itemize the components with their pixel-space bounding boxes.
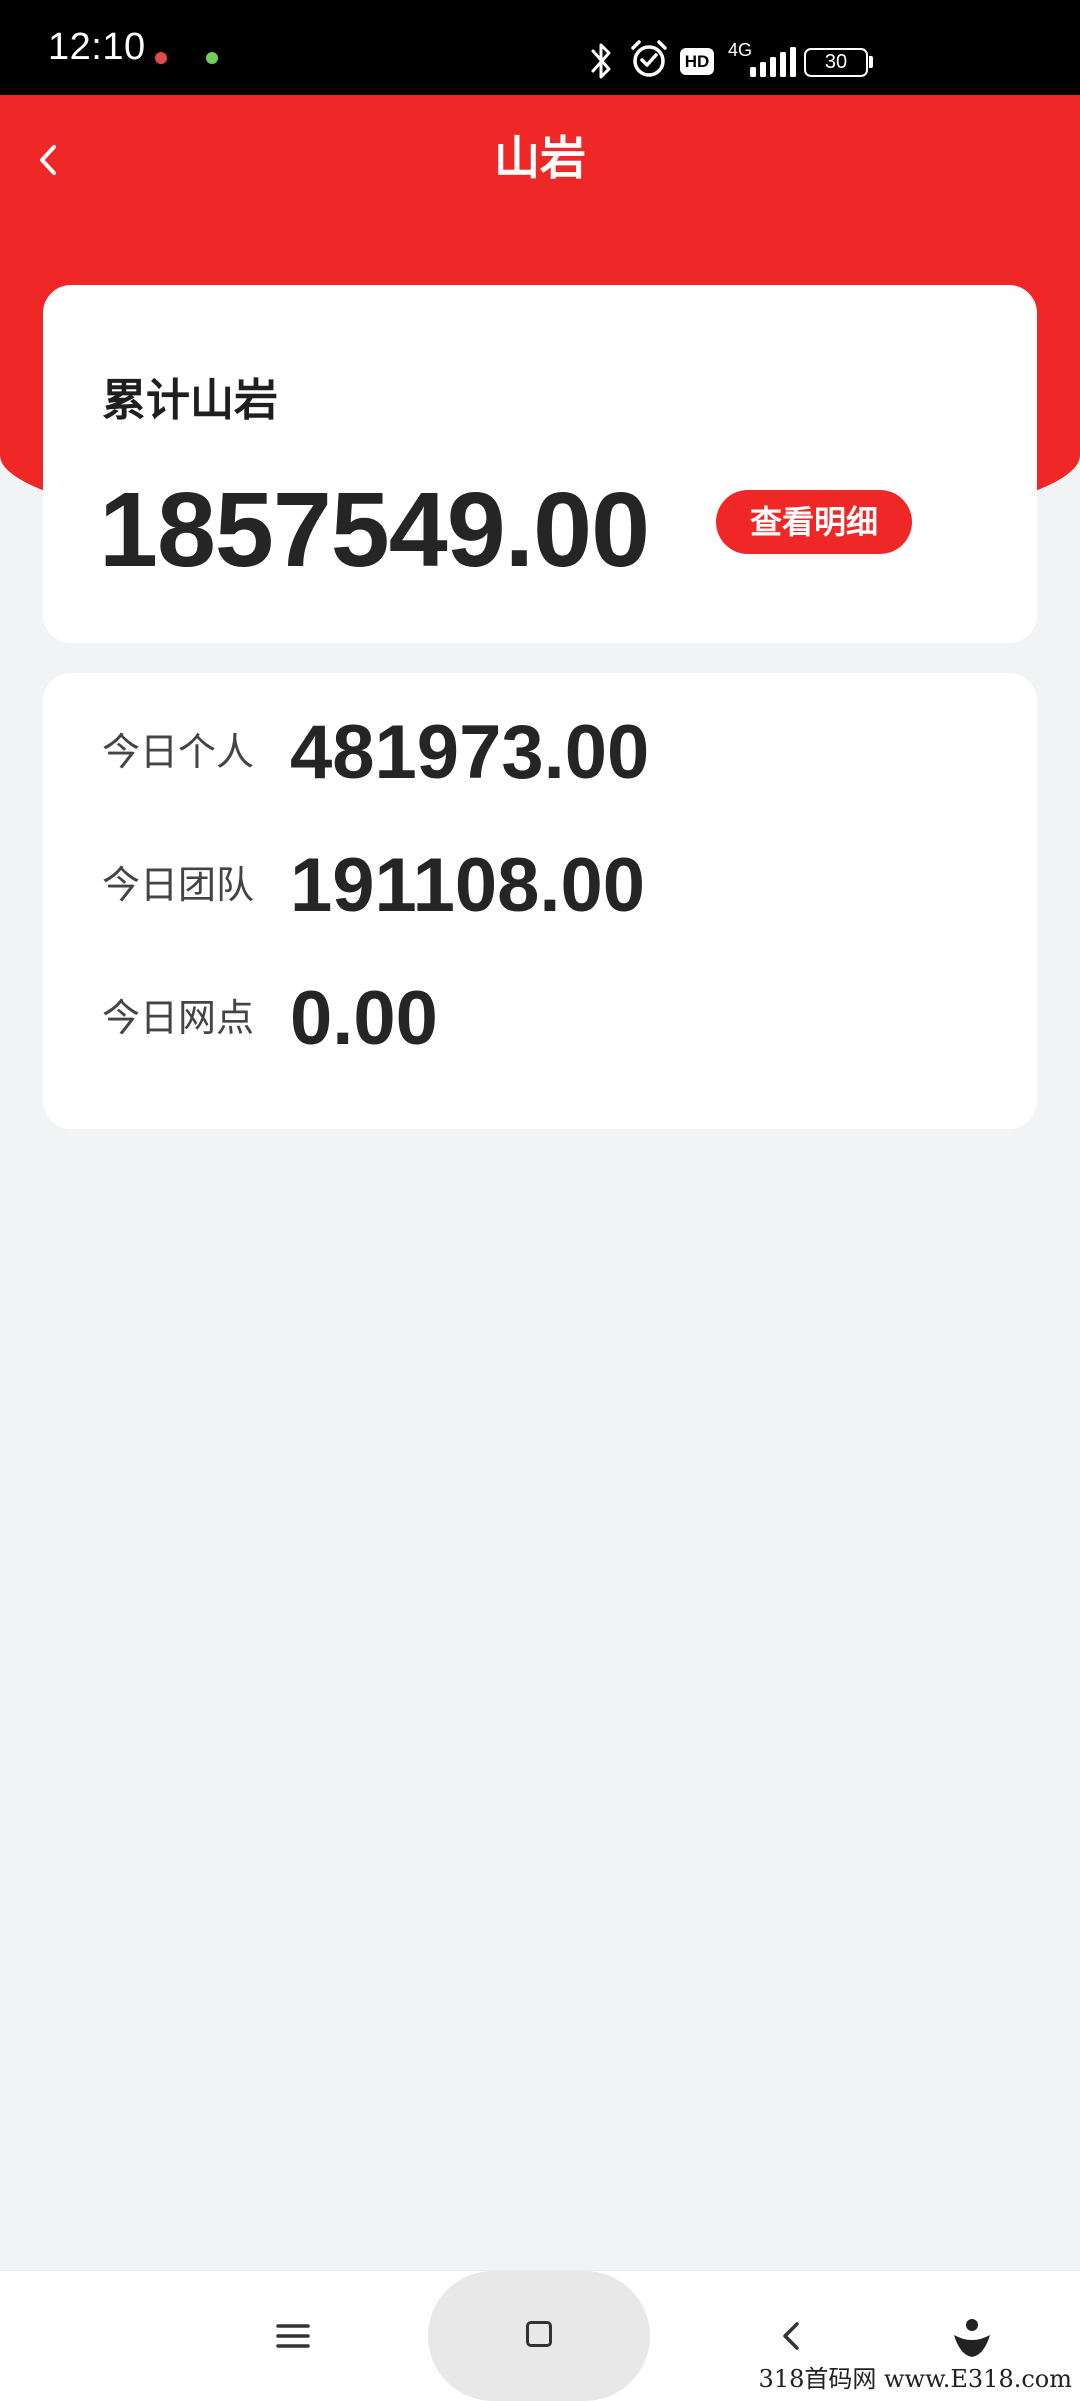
wechat-notification-icon (206, 52, 218, 64)
notification-app-icon (155, 52, 167, 64)
menu-icon (276, 2324, 310, 2348)
watermark: 318首码网 www.E318.com (758, 2365, 1072, 2393)
today-personal-value: 481973.00 (290, 710, 650, 795)
today-team-label: 今日团队 (102, 865, 255, 907)
today-personal-row: 今日个人 481973.00 (43, 698, 1037, 808)
total-card: 累计山岩 1857549.00 查看明细 (43, 285, 1037, 643)
view-details-button[interactable]: 查看明细 (716, 490, 912, 554)
today-personal-label: 今日个人 (102, 732, 255, 774)
today-team-row: 今日团队 191108.00 (43, 831, 1037, 941)
status-icons: HD 4G 30 (560, 0, 1080, 95)
today-team-value: 191108.00 (290, 843, 646, 928)
today-outlet-label: 今日网点 (102, 998, 255, 1040)
status-time: 12:10 (48, 26, 146, 68)
nav-home-button[interactable] (428, 2271, 650, 2401)
home-square-icon (526, 2321, 552, 2347)
total-label: 累计山岩 (102, 376, 278, 425)
today-stats-card: 今日个人 481973.00 今日团队 191108.00 今日网点 0.00 (43, 673, 1037, 1129)
nav-menu-button[interactable] (272, 2313, 314, 2359)
page-title: 山岩 (494, 132, 586, 184)
battery-icon: 30 (804, 48, 868, 77)
assistant-icon (954, 2319, 990, 2357)
status-bar: 12:10 HD 4G 30 (0, 0, 1080, 95)
alarm-icon (631, 40, 667, 77)
nav-assistant-button[interactable] (950, 2311, 994, 2361)
chevron-left-icon (783, 2322, 799, 2350)
today-outlet-value: 0.00 (290, 976, 438, 1061)
bluetooth-icon (591, 43, 611, 79)
signal-icon (750, 47, 796, 77)
battery-tip (869, 56, 873, 68)
hd-badge: HD (680, 48, 714, 75)
today-outlet-row: 今日网点 0.00 (43, 964, 1037, 1074)
nav-back-button[interactable] (776, 2311, 806, 2361)
total-value: 1857549.00 (99, 471, 650, 589)
